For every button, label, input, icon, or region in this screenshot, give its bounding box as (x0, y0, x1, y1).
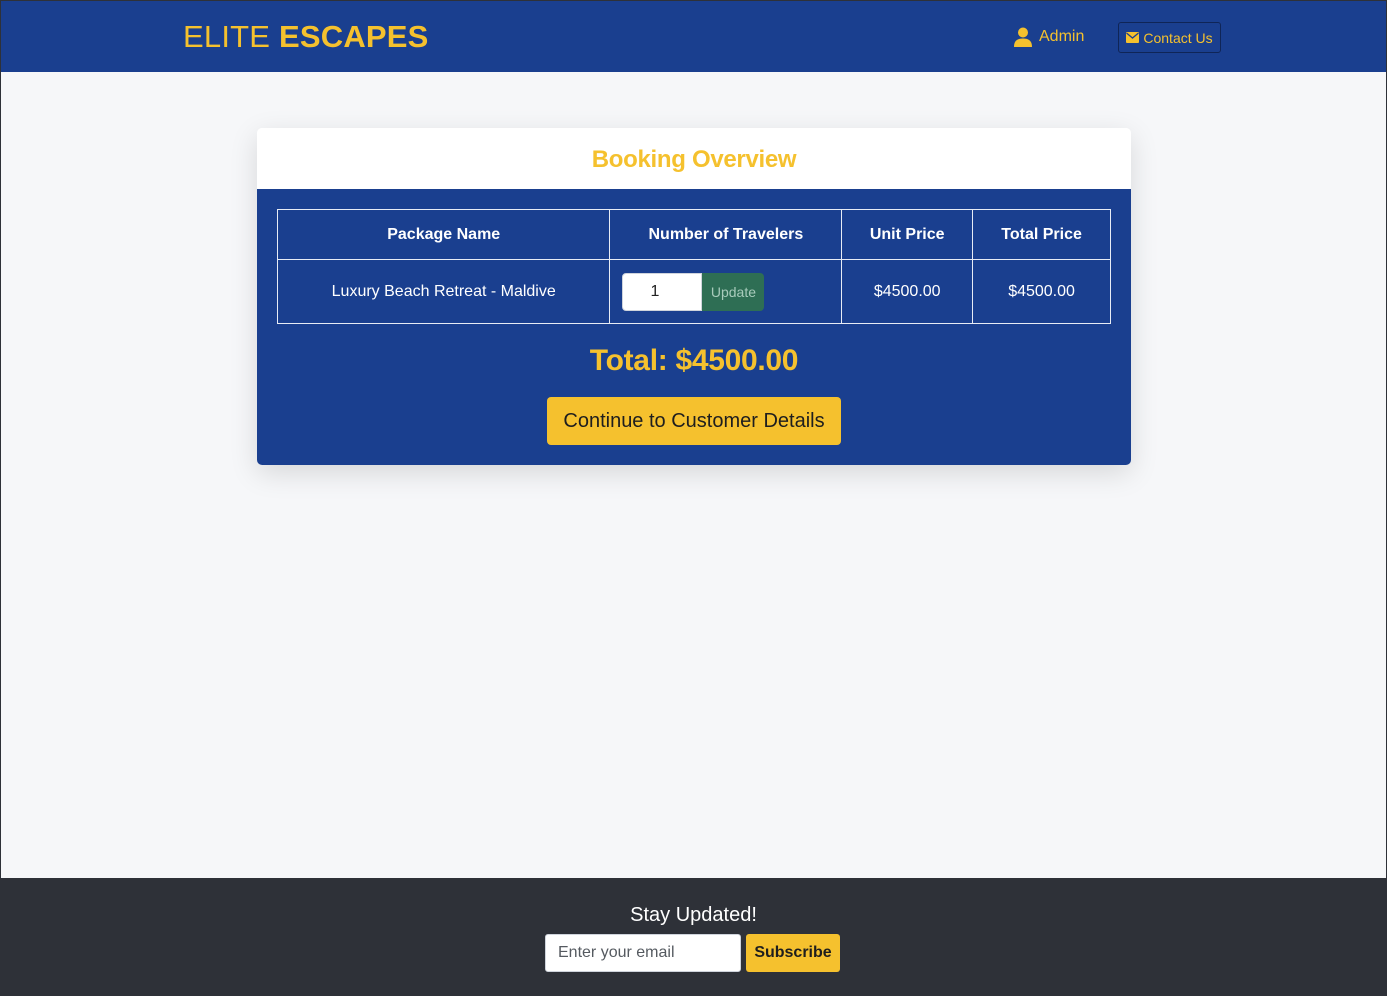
booking-overview-card: Booking Overview Package Name Number of … (257, 128, 1131, 465)
booking-table: Package Name Number of Travelers Unit Pr… (276, 209, 1111, 324)
card-body: Package Name Number of Travelers Unit Pr… (257, 189, 1131, 465)
column-header-package-name: Package Name (276, 209, 611, 260)
table-header-row: Package Name Number of Travelers Unit Pr… (276, 209, 1111, 260)
newsletter-title: Stay Updated! (630, 904, 757, 926)
subscribe-button[interactable]: Subscribe (746, 934, 840, 972)
admin-link[interactable]: Admin (1014, 25, 1084, 49)
travelers-quantity-input[interactable] (622, 272, 703, 311)
booking-overview-title: Booking Overview (591, 145, 797, 173)
page: ELITE ESCAPES Admin Contact Us Booking O… (1, 1, 1386, 995)
column-header-travelers: Number of Travelers (609, 209, 843, 260)
booking-total: Total: $4500.00 (589, 344, 799, 377)
site-footer: Stay Updated! Subscribe (1, 878, 1386, 995)
site-header: ELITE ESCAPES Admin Contact Us (1, 1, 1386, 72)
brand-name-part2: ESCAPES (278, 19, 429, 54)
travelers-input-group: Update (622, 272, 841, 311)
package-name-cell: Luxury Beach Retreat - Maldive (276, 259, 611, 324)
column-header-total-price: Total Price (972, 209, 1111, 260)
admin-label: Admin (1039, 28, 1085, 45)
email-input[interactable] (545, 934, 741, 972)
continue-to-customer-details-button[interactable]: Continue to Customer Details (547, 397, 841, 445)
brand-name-part1: ELITE (183, 19, 271, 54)
brand-logo[interactable]: ELITE ESCAPES (183, 19, 429, 55)
card-header: Booking Overview (257, 128, 1131, 189)
column-header-unit-price: Unit Price (841, 209, 974, 260)
table-row: Luxury Beach Retreat - Maldive Update $4… (276, 259, 1111, 324)
update-button[interactable]: Update (702, 272, 765, 311)
contact-us-label: Contact Us (1143, 29, 1213, 46)
envelope-icon (1126, 32, 1140, 43)
newsletter-form: Subscribe (545, 934, 840, 972)
travelers-cell: Update (609, 259, 843, 324)
contact-us-button[interactable]: Contact Us (1118, 22, 1221, 53)
total-price-cell: $4500.00 (972, 259, 1111, 324)
unit-price-cell: $4500.00 (841, 259, 974, 324)
user-icon (1014, 27, 1032, 47)
